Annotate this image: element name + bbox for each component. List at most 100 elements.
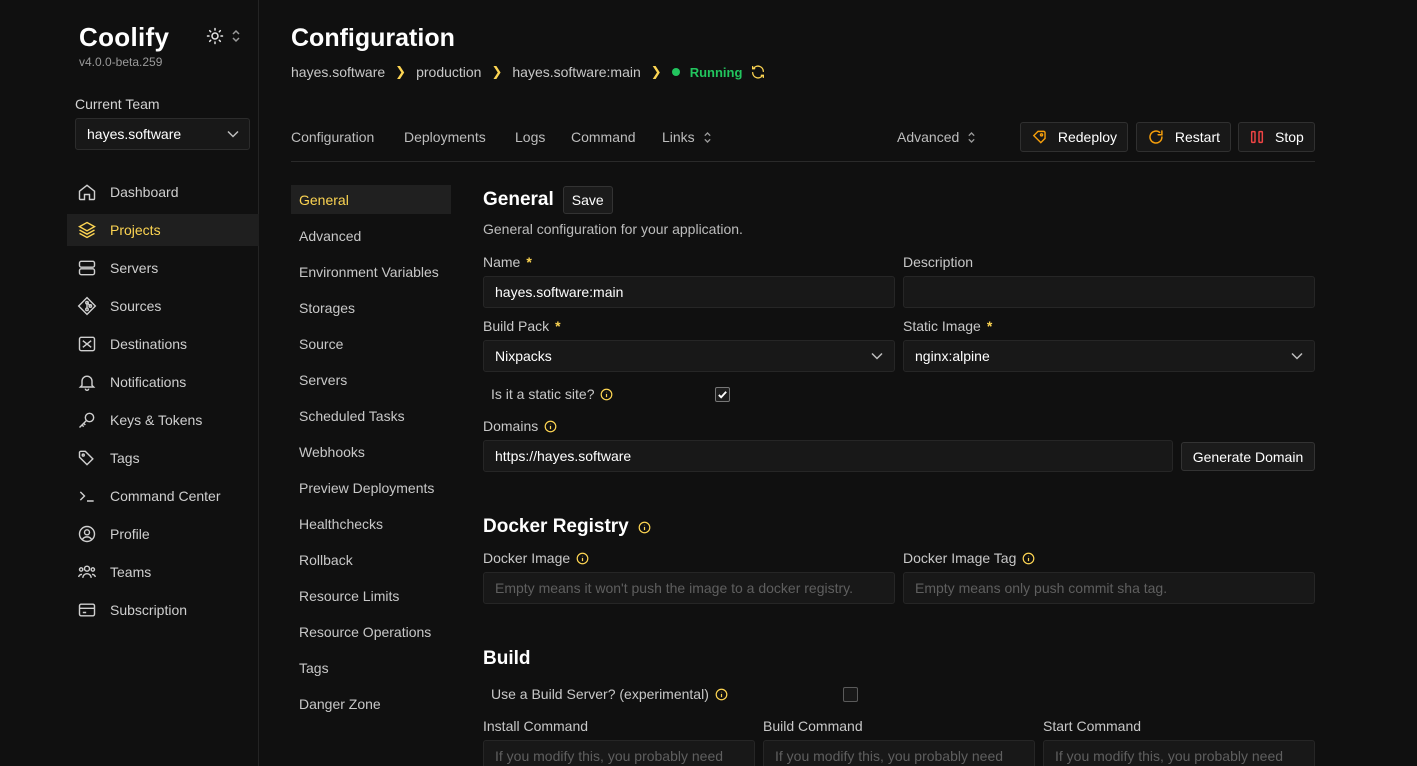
tab-logs[interactable]: Logs [515,129,545,145]
nav-item-projects[interactable]: Projects [67,214,259,246]
info-icon[interactable] [544,420,557,433]
subnav-item-webhooks[interactable]: Webhooks [291,437,451,466]
subnav-item-servers[interactable]: Servers [291,365,451,394]
docker-image-tag-input[interactable]: Empty means only push commit sha tag. [903,572,1315,604]
team-select-value: hayes.software [87,126,182,142]
build-section-title: Build [483,648,531,670]
theme-toggle[interactable] [206,27,241,45]
breadcrumb-team[interactable]: hayes.software [291,64,385,80]
team-select[interactable]: hayes.software [75,118,250,150]
destination-icon [78,336,96,352]
check-icon [718,391,727,399]
info-icon[interactable] [638,521,651,534]
restart-button[interactable]: Restart [1136,122,1231,152]
subnav-item-advanced[interactable]: Advanced [291,221,451,250]
generate-domain-button[interactable]: Generate Domain [1181,442,1315,471]
stop-label: Stop [1275,129,1304,145]
install-command-input[interactable]: If you modify this, you probably need [483,740,755,766]
restart-icon [1149,130,1163,144]
nav-label: Subscription [110,602,188,618]
info-icon[interactable] [576,552,589,565]
subnav-item-storages[interactable]: Storages [291,293,451,322]
docker-image-label: Docker Image [483,549,589,567]
redeploy-button[interactable]: Redeploy [1020,122,1128,152]
stop-icon [1250,130,1264,144]
required-marker: * [986,318,993,334]
docker-registry-section-title: Docker Registry [483,516,651,538]
start-command-input[interactable]: If you modify this, you probably need [1043,740,1315,766]
build-pack-select[interactable]: Nixpacks [483,340,895,372]
nav-item-keys-tokens[interactable]: Keys & Tokens [67,404,259,436]
subnav-item-danger-zone[interactable]: Danger Zone [291,689,451,718]
chevron-right-icon: ❯ [491,64,503,79]
build-pack-value: Nixpacks [495,348,552,364]
nav-item-subscription[interactable]: Subscription [67,594,259,626]
general-section-title: General Save [483,186,613,214]
page-title: Configuration [291,24,455,52]
build-command-label: Build Command [763,718,863,734]
tab-deployments[interactable]: Deployments [404,129,486,145]
breadcrumb-resource[interactable]: hayes.software:main [512,64,640,80]
build-command-input[interactable]: If you modify this, you probably need [763,740,1035,766]
name-input[interactable]: hayes.software:main [483,276,895,308]
info-icon[interactable] [1022,552,1035,565]
stop-button[interactable]: Stop [1238,122,1315,152]
docker-image-tag-label-text: Docker Image Tag [903,550,1017,566]
build-pack-label-text: Build Pack [483,318,550,334]
main-nav: Dashboard Projects Servers Sources Desti… [67,176,259,632]
subnav-item-source[interactable]: Source [291,329,451,358]
subnav-item-environment-variables[interactable]: Environment Variables [291,257,451,286]
app-version: v4.0.0-beta.259 [79,55,163,69]
general-title: General [483,189,554,210]
subnav-item-rollback[interactable]: Rollback [291,545,451,574]
tab-links[interactable]: Links [662,129,712,145]
save-button[interactable]: Save [562,186,613,214]
tab-configuration[interactable]: Configuration [291,129,374,145]
config-subnav: General Advanced Environment Variables S… [291,185,451,725]
nav-item-notifications[interactable]: Notifications [67,366,259,398]
subnav-item-resource-limits[interactable]: Resource Limits [291,581,451,610]
nav-item-sources[interactable]: Sources [67,290,259,322]
subnav-item-scheduled-tasks[interactable]: Scheduled Tasks [291,401,451,430]
chevron-down-icon [871,352,883,360]
description-input[interactable] [903,276,1315,308]
docker-registry-title: Docker Registry [483,516,629,537]
docker-image-input[interactable]: Empty means it won't push the image to a… [483,572,895,604]
subnav-item-preview-deployments[interactable]: Preview Deployments [291,473,451,502]
breadcrumb-environment[interactable]: production [416,64,481,80]
chevron-right-icon: ❯ [395,64,407,79]
nav-item-servers[interactable]: Servers [67,252,259,284]
subnav-item-resource-operations[interactable]: Resource Operations [291,617,451,646]
static-site-checkbox[interactable] [715,387,730,402]
breadcrumb: hayes.software ❯ production ❯ hayes.soft… [291,64,766,80]
app-name[interactable]: Coolify [79,22,169,53]
nav-item-teams[interactable]: Teams [67,556,259,588]
tab-label: Logs [515,129,546,145]
nav-label: Tags [110,450,140,466]
build-pack-label: Build Pack * [483,317,561,335]
static-image-select[interactable]: nginx:alpine [903,340,1315,372]
nav-item-tags[interactable]: Tags [67,442,259,474]
tab-command[interactable]: Command [571,129,636,145]
subnav-item-general[interactable]: General [291,185,451,214]
user-circle-icon [78,525,96,543]
chevron-updown-icon [232,29,240,43]
nav-item-destinations[interactable]: Destinations [67,328,259,360]
nav-item-dashboard[interactable]: Dashboard [67,176,259,208]
subnav-item-tags[interactable]: Tags [291,653,451,682]
tab-label: Configuration [291,129,375,145]
server-icon [78,260,96,276]
tab-label: Links [662,129,695,145]
subnav-item-healthchecks[interactable]: Healthchecks [291,509,451,538]
home-icon [78,184,96,201]
advanced-dropdown[interactable]: Advanced [897,129,976,145]
nav-item-profile[interactable]: Profile [67,518,259,550]
status-dot-icon [671,68,680,76]
refresh-icon[interactable] [750,64,766,80]
nav-item-command-center[interactable]: Command Center [67,480,259,512]
build-server-checkbox[interactable] [843,687,858,702]
domains-input[interactable]: https://hayes.software [483,440,1173,472]
info-icon[interactable] [600,388,613,401]
info-icon[interactable] [715,688,728,701]
redeploy-label: Redeploy [1057,129,1117,145]
